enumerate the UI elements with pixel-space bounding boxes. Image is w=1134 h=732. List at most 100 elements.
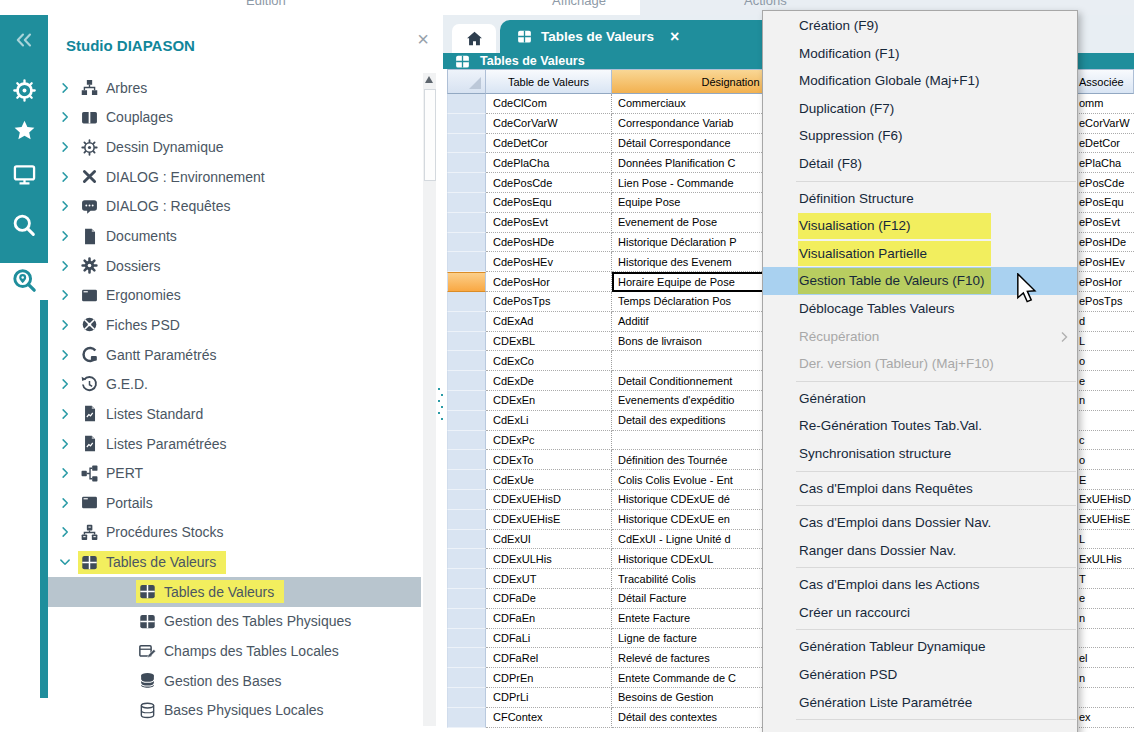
row-selector-cell[interactable] (447, 292, 486, 312)
rail-gear-wheel-button[interactable] (0, 78, 48, 103)
cell-table-name[interactable]: CdePlaCha (486, 153, 612, 173)
top-menu-3[interactable]: Actions (744, 0, 787, 8)
top-menu-2[interactable]: Affichage (552, 0, 606, 8)
menu-item-synchronisation-structure[interactable]: Synchronisation structure (763, 440, 1077, 468)
cell-table-name[interactable]: CDPrLi (486, 688, 612, 708)
cell-table-name[interactable]: CDFaRel (486, 648, 612, 668)
grid-corner-cell[interactable] (447, 69, 486, 94)
cell-table-name[interactable]: CDPrEn (486, 668, 612, 688)
tree-item-tables-de-valeurs[interactable]: Tables de Valeurs (48, 577, 421, 607)
menu-item-cr-er-un-raccourci[interactable]: Créer un raccourci (763, 599, 1077, 627)
tree-item-dialog-environnement[interactable]: DIALOG : Environnement (48, 162, 421, 192)
row-selector-cell[interactable] (447, 233, 486, 253)
row-selector-cell[interactable] (447, 648, 486, 668)
row-selector-cell[interactable] (447, 252, 486, 272)
tree-item-portails[interactable]: Portails (48, 488, 421, 518)
cell-table-name[interactable]: CdePosEqu (486, 193, 612, 213)
tree-item-proc-dures-stocks[interactable]: Procédures Stocks (48, 518, 421, 548)
cell-table-name[interactable]: CFContex (486, 708, 612, 728)
menu-item-r-cup-ration[interactable]: Récupération (763, 323, 1077, 351)
menu-item-ranger-dans-dossier-nav-[interactable]: Ranger dans Dossier Nav. (763, 537, 1077, 565)
row-selector-cell[interactable] (447, 629, 486, 649)
row-selector-cell[interactable] (447, 114, 486, 134)
row-selector-cell[interactable] (447, 530, 486, 550)
menu-item-duplication-f7-[interactable]: Duplication (F7) (763, 95, 1077, 123)
cell-table-name[interactable]: CDExUEHisE (486, 510, 612, 530)
row-selector-cell[interactable] (447, 688, 486, 708)
cell-table-name[interactable]: CDExUEHisD (486, 490, 612, 510)
row-selector-cell[interactable] (447, 134, 486, 154)
row-selector-cell[interactable] (447, 431, 486, 451)
cell-table-name[interactable]: CdeDetCor (486, 134, 612, 154)
row-selector-cell[interactable] (447, 450, 486, 470)
cell-table-name[interactable]: CdePosEvt (486, 213, 612, 233)
tree-item-documents[interactable]: Documents (48, 221, 421, 251)
rail-monitor-button[interactable] (0, 162, 48, 187)
menu-item-modification-f1-[interactable]: Modification (F1) (763, 40, 1077, 68)
row-selector-cell[interactable] (447, 272, 486, 292)
cell-table-name[interactable]: CDFaLi (486, 629, 612, 649)
menu-item-d-finition-structure[interactable]: Définition Structure (763, 185, 1077, 213)
menu-item-visualisation-f12-[interactable]: Visualisation (F12) (763, 212, 1077, 240)
row-selector-cell[interactable] (447, 510, 486, 530)
cell-table-name[interactable]: CdePosHEv (486, 252, 612, 272)
scrollbar-thumb[interactable] (424, 89, 436, 181)
tree-item-couplages[interactable]: Couplages (48, 103, 421, 133)
cell-table-name[interactable]: CdePosHDe (486, 233, 612, 253)
tree-item-dessin-dynamique[interactable]: Dessin Dynamique (48, 132, 421, 162)
cell-table-name[interactable]: CdExDe (486, 371, 612, 391)
menu-item-der-version-tableur-maj-f10-[interactable]: Der. version (Tableur) (Maj+F10) (763, 350, 1077, 378)
row-selector-cell[interactable] (447, 490, 486, 510)
menu-item-visualisation-partielle[interactable]: Visualisation Partielle (763, 240, 1077, 268)
cell-table-name[interactable]: CDExPc (486, 431, 612, 451)
tree-item-champs-des-tables-locales[interactable]: Champs des Tables Locales (48, 636, 421, 666)
cell-table-name[interactable]: CdePosTps (486, 292, 612, 312)
cell-table-name[interactable]: CdePosCde (486, 173, 612, 193)
tree-item-tables-de-valeurs[interactable]: Tables de Valeurs (48, 547, 421, 577)
cell-table-name[interactable]: CdExLi (486, 411, 612, 431)
row-selector-cell[interactable] (447, 351, 486, 371)
rail-search-pin-button[interactable] (0, 267, 48, 294)
tab-tables-de-valeurs[interactable]: Tables de Valeurs × (500, 20, 790, 53)
row-selector-cell[interactable] (447, 470, 486, 490)
menu-item-suppression-f6-[interactable]: Suppression (F6) (763, 122, 1077, 150)
scroll-up-icon[interactable] (425, 76, 433, 83)
tree-item-dossiers[interactable]: Dossiers (48, 251, 421, 281)
cell-table-name[interactable]: CDExBL (486, 332, 612, 352)
cell-table-name[interactable]: CDFaDe (486, 589, 612, 609)
menu-item-g-n-ration-tableur-dynamique[interactable]: Génération Tableur Dynamique (763, 633, 1077, 661)
cell-table-name[interactable]: CdeCorVarW (486, 114, 612, 134)
row-selector-cell[interactable] (447, 668, 486, 688)
tree-item-dialog-requ-tes[interactable]: DIALOG : Requêtes (48, 192, 421, 222)
row-selector-cell[interactable] (447, 332, 486, 352)
row-selector-cell[interactable] (447, 391, 486, 411)
tree-item-listes-standard[interactable]: Listes Standard (48, 399, 421, 429)
rail-search-button[interactable] (0, 212, 48, 238)
menu-item-cas-d-emploi-dans-requ-tes[interactable]: Cas d'Emploi dans Requêtes (763, 475, 1077, 503)
tree-item-listes-param-tr-es[interactable]: Listes Paramétrées (48, 429, 421, 459)
rail-chevrons-left-button[interactable] (0, 28, 48, 52)
row-selector-cell[interactable] (447, 609, 486, 629)
cell-table-name[interactable]: CDExTo (486, 450, 612, 470)
row-selector-cell[interactable] (447, 193, 486, 213)
tree-item-ergonomies[interactable]: Ergonomies (48, 280, 421, 310)
cell-table-name[interactable]: CdExUe (486, 470, 612, 490)
menu-item-g-n-ration-liste-param-tr-e[interactable]: Génération Liste Paramétrée (763, 689, 1077, 717)
row-selector-cell[interactable] (447, 213, 486, 233)
cell-table-name[interactable]: CdExCo (486, 351, 612, 371)
cell-table-name[interactable]: CDFaEn (486, 609, 612, 629)
tree-item-pert[interactable]: PERT (48, 458, 421, 488)
menu-item-modification-globale-maj-f1-[interactable]: Modification Globale (Maj+F1) (763, 67, 1077, 95)
menu-item-cas-d-emploi-dans-les-actions[interactable]: Cas d'Emploi dans les Actions (763, 571, 1077, 599)
grid-header-table-de-valeurs[interactable]: Table de Valeurs (486, 69, 612, 94)
row-selector-cell[interactable] (447, 549, 486, 569)
tree-item-fiches-psd[interactable]: Fiches PSD (48, 310, 421, 340)
row-selector-cell[interactable] (447, 371, 486, 391)
tree-item-gestion-des-bases[interactable]: Gestion des Bases (48, 666, 421, 696)
row-selector-cell[interactable] (447, 569, 486, 589)
tree-item-bases-physiques-locales[interactable]: Bases Physiques Locales (48, 695, 421, 725)
cell-table-name[interactable]: CdeClCom (486, 94, 612, 114)
cell-table-name[interactable]: CDExEn (486, 391, 612, 411)
row-selector-cell[interactable] (447, 411, 486, 431)
tree-item-gestion-des-tables-physiques[interactable]: Gestion des Tables Physiques (48, 607, 421, 637)
